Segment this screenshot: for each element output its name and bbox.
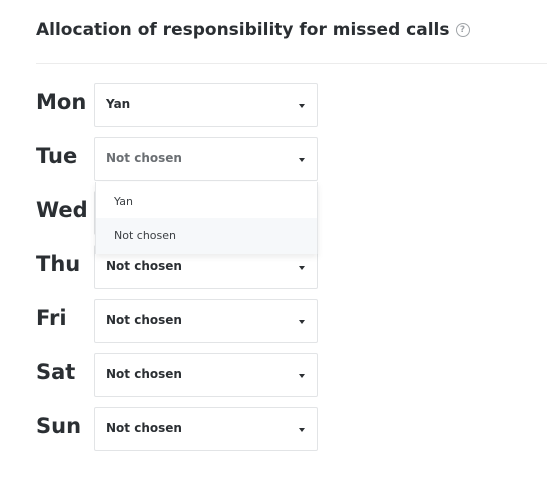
dropdown-option-not-chosen[interactable]: Not chosen <box>96 218 317 254</box>
responsible-select-sun[interactable]: Not chosen <box>94 407 318 451</box>
caret-down-icon <box>299 320 305 324</box>
day-label: Wed <box>36 198 88 222</box>
select-value: Not chosen <box>106 259 182 273</box>
select-value: Not chosen <box>106 313 182 327</box>
divider <box>36 63 547 64</box>
help-circle-icon[interactable]: ? <box>455 23 470 37</box>
responsible-select-sat[interactable]: Not chosen <box>94 353 318 397</box>
day-label: Tue <box>36 144 78 168</box>
caret-down-icon <box>299 374 305 378</box>
section-title-text: Allocation of responsibility for missed … <box>36 20 450 40</box>
day-label: Sat <box>36 360 76 384</box>
day-label: Sun <box>36 414 82 438</box>
caret-down-icon <box>299 428 305 432</box>
dropdown-option-yan[interactable]: Yan <box>96 184 317 220</box>
day-label: Thu <box>36 252 81 276</box>
select-value: Not chosen <box>106 151 182 165</box>
select-value: Not chosen <box>106 367 182 381</box>
day-label: Fri <box>36 306 67 330</box>
day-label: Mon <box>36 90 87 114</box>
caret-down-icon <box>299 266 305 270</box>
responsible-select-tue[interactable]: Not chosen <box>94 137 318 181</box>
select-value: Yan <box>106 97 131 111</box>
responsible-dropdown-menu: Yan Not chosen <box>95 182 318 254</box>
section-title: Allocation of responsibility for missed … <box>36 20 470 40</box>
select-value: Not chosen <box>106 421 182 435</box>
caret-down-icon <box>299 158 305 162</box>
responsible-select-fri[interactable]: Not chosen <box>94 299 318 343</box>
responsible-select-mon[interactable]: Yan <box>94 83 318 127</box>
caret-down-icon <box>299 104 305 108</box>
